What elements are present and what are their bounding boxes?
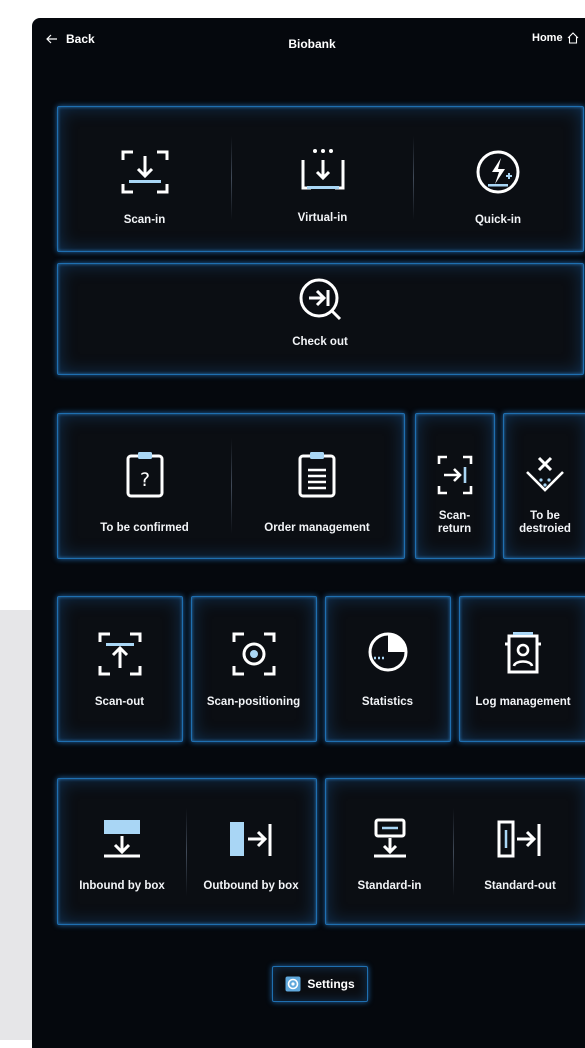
settings-icon — [285, 976, 301, 992]
standard-out-icon — [497, 820, 541, 858]
page-title: Biobank — [288, 37, 336, 51]
outbound-box-icon — [230, 822, 272, 856]
app-window: Back Biobank Home Scan-in Virtual-in Qui… — [32, 18, 585, 1048]
log-management-button[interactable]: Log management — [460, 630, 585, 709]
to-be-confirmed-button[interactable]: ? To be confirmed — [58, 450, 231, 535]
standard-out-label: Standard-out — [484, 880, 556, 892]
svg-text:?: ? — [139, 469, 149, 491]
order-management-button[interactable]: Order management — [232, 450, 402, 535]
scan-in-icon — [121, 150, 168, 194]
scan-return-button[interactable]: Scan- return — [416, 454, 493, 536]
scan-return-label-line1: Scan- — [438, 510, 471, 522]
quick-in-button[interactable]: Quick-in — [414, 148, 582, 227]
virtual-in-label: Virtual-in — [297, 212, 348, 224]
scan-out-button[interactable]: Scan-out — [58, 630, 181, 709]
settings-label: Settings — [307, 977, 355, 991]
inbound-by-box-label: Inbound by box — [79, 880, 165, 892]
home-label: Home — [532, 32, 563, 44]
statistics-label: Statistics — [361, 696, 414, 708]
scan-positioning-button[interactable]: Scan-positioning — [192, 630, 315, 709]
scan-positioning-label: Scan-positioning — [206, 696, 301, 708]
to-be-destroyed-button[interactable]: To be destroied — [504, 454, 585, 536]
scan-in-label: Scan-in — [123, 214, 166, 226]
clipboard-list-icon — [298, 452, 336, 498]
home-icon — [567, 32, 578, 44]
outbound-by-box-button[interactable]: Outbound by box — [187, 818, 315, 893]
scan-out-icon — [98, 632, 141, 676]
quick-in-icon — [476, 150, 520, 194]
standard-in-icon — [373, 818, 406, 858]
scan-in-button[interactable]: Scan-in — [58, 148, 231, 227]
order-management-label: Order management — [264, 522, 370, 534]
home-button[interactable]: Home — [532, 32, 579, 44]
virtual-in-icon — [301, 149, 344, 190]
standard-in-label: Standard-in — [357, 880, 422, 892]
inbound-box-icon — [104, 820, 140, 858]
outbound-by-box-label: Outbound by box — [203, 880, 299, 892]
log-user-icon — [505, 632, 541, 674]
log-management-label: Log management — [475, 696, 571, 708]
scan-return-icon — [437, 455, 472, 495]
standard-in-button[interactable]: Standard-in — [326, 818, 453, 893]
header: Back Biobank Home — [32, 18, 585, 78]
scan-return-label-line2: return — [437, 523, 472, 535]
clipboard-question-icon: ? — [126, 452, 163, 498]
statistics-button[interactable]: Statistics — [326, 628, 449, 709]
standard-out-button[interactable]: Standard-out — [454, 818, 585, 893]
to-be-destroyed-label-line2: destroied — [519, 523, 571, 535]
virtual-in-button[interactable]: Virtual-in — [232, 146, 413, 225]
check-out-button[interactable]: Check out — [58, 276, 582, 349]
to-be-confirmed-label: To be confirmed — [100, 522, 189, 534]
quick-in-label: Quick-in — [474, 214, 521, 226]
pie-chart-icon — [368, 632, 407, 672]
settings-button[interactable]: Settings — [272, 966, 368, 1002]
check-out-icon — [299, 278, 342, 321]
scan-positioning-icon — [232, 632, 275, 676]
destroy-icon — [526, 456, 564, 492]
inbound-by-box-button[interactable]: Inbound by box — [58, 818, 186, 893]
to-be-destroyed-label-line1: To be — [530, 510, 560, 522]
check-out-label: Check out — [292, 336, 348, 348]
scan-out-label: Scan-out — [94, 696, 145, 708]
